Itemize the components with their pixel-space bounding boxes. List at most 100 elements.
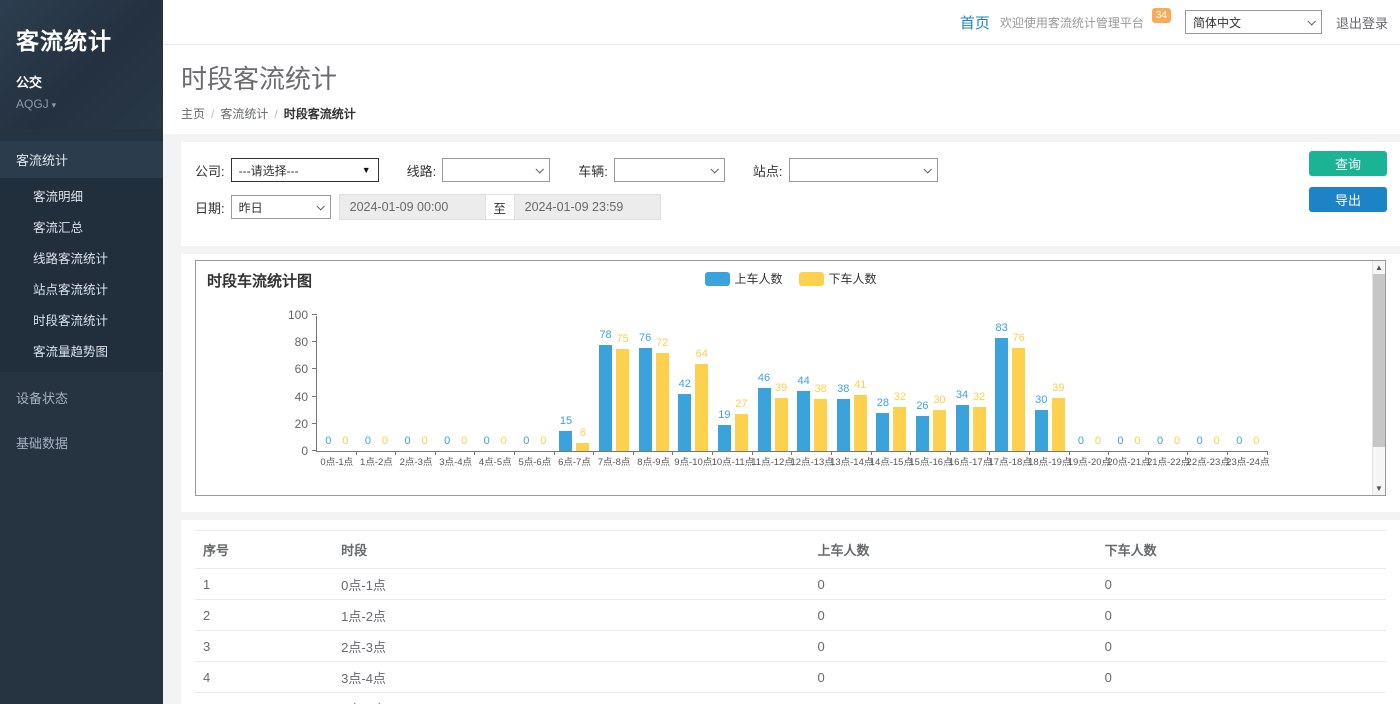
station-select[interactable] <box>789 158 938 182</box>
bar-slot: 0 <box>378 316 391 451</box>
company-select[interactable]: ---请选择--- ▼ <box>231 158 379 182</box>
bar-slot: 0 <box>339 316 352 451</box>
breadcrumb-passenger-stats[interactable]: 客流统计 <box>220 107 268 121</box>
y-axis-label: 20 <box>274 417 308 431</box>
x-axis-label: 5点-6点 <box>518 454 551 468</box>
table-cell: 4 <box>195 662 333 693</box>
scrollbar-thumb[interactable] <box>1373 274 1385 447</box>
breadcrumb: 主页/客流统计/时段客流统计 <box>181 105 1400 122</box>
chart-scrollbar[interactable]: ▲ ▼ <box>1372 261 1385 495</box>
sidebar-item-station-stats[interactable]: 站点客流统计 <box>0 273 163 304</box>
sidebar-item-line-stats[interactable]: 线路客流统计 <box>0 242 163 273</box>
sidebar-item-device-status[interactable]: 设备状态 <box>0 378 163 417</box>
bar-slot: 0 <box>441 316 454 451</box>
bar-slot: 38 <box>814 316 827 451</box>
logout-link[interactable]: 退出登录 <box>1336 13 1388 32</box>
bar <box>916 416 929 451</box>
legend-item-alighting[interactable]: 下车人数 <box>799 270 877 287</box>
bar-value-label: 15 <box>560 416 572 427</box>
date-to-input[interactable] <box>514 194 661 220</box>
chart-box: 时段车流统计图 上车人数 下车人数 020406080100000点-1点001… <box>195 260 1386 496</box>
x-axis-label: 4点-5点 <box>479 454 512 468</box>
date-preset-select[interactable]: 昨日 <box>231 195 331 219</box>
bar-slot: 0 <box>520 316 533 451</box>
date-from-input[interactable] <box>339 194 486 220</box>
x-axis-label: 8点-9点 <box>637 454 670 468</box>
query-button[interactable]: 查询 <box>1309 151 1387 176</box>
breadcrumb-home[interactable]: 主页 <box>181 107 205 121</box>
chart-panel: 时段车流统计图 上车人数 下车人数 020406080100000点-1点001… <box>181 254 1400 512</box>
scroll-down-icon[interactable]: ▼ <box>1373 482 1385 495</box>
y-axis-label: 40 <box>274 390 308 404</box>
bar-slot: 75 <box>616 316 629 451</box>
sidebar-item-base-data[interactable]: 基础数据 <box>0 423 163 462</box>
col-header-index: 序号 <box>195 531 333 569</box>
bar <box>814 399 827 451</box>
home-link[interactable]: 首页 <box>960 12 990 33</box>
bar-group: 0023点-24点 <box>1228 316 1268 451</box>
bar-value-label: 0 <box>1174 436 1180 447</box>
legend-swatch <box>704 272 729 286</box>
bar-value-label: 0 <box>342 436 348 447</box>
bar-value-label: 41 <box>854 380 866 391</box>
breadcrumb-separator: / <box>211 107 214 121</box>
bar-slot: 39 <box>1052 316 1065 451</box>
bar <box>973 407 986 451</box>
notification-badge[interactable]: 34 <box>1152 8 1171 23</box>
x-axis-tick <box>593 451 594 455</box>
chevron-down-icon <box>923 165 931 173</box>
sidebar-item-passenger-summary[interactable]: 客流汇总 <box>0 211 163 242</box>
x-axis-label: 21点-22点 <box>1147 454 1190 468</box>
bar-group: 1566点-7点 <box>555 316 595 451</box>
sidebar-item-passenger-detail[interactable]: 客流明细 <box>0 180 163 211</box>
bar-value-label: 44 <box>797 376 809 387</box>
scroll-up-icon[interactable]: ▲ <box>1373 261 1385 274</box>
legend-label: 下车人数 <box>829 270 877 287</box>
table-row: 32点-3点00 <box>195 631 1386 662</box>
vehicle-select[interactable] <box>614 158 725 182</box>
x-axis-label: 0点-1点 <box>320 454 353 468</box>
bar-value-label: 0 <box>1253 436 1259 447</box>
bar-value-label: 0 <box>1117 436 1123 447</box>
app-title: 客流统计 <box>16 22 147 56</box>
y-axis-tick <box>312 314 317 315</box>
bar-slot: 0 <box>537 316 550 451</box>
x-axis-label: 11点-12点 <box>751 454 794 468</box>
bar-group: 002点-3点 <box>396 316 436 451</box>
bar-slot: 78 <box>599 316 612 451</box>
table-cell: 2 <box>195 600 333 631</box>
line-select[interactable] <box>442 158 550 182</box>
legend-item-boarding[interactable]: 上车人数 <box>704 270 782 287</box>
sidebar-item-passenger-stats[interactable]: 客流统计 <box>0 141 163 178</box>
bar-slot: 32 <box>893 316 906 451</box>
bar <box>876 413 889 451</box>
table-header-row: 序号 时段 上车人数 下车人数 <box>195 531 1386 569</box>
bar-slot: 26 <box>916 316 929 451</box>
bar-value-label: 0 <box>325 436 331 447</box>
page-heading: 时段客流统计 主页/客流统计/时段客流统计 <box>163 45 1400 134</box>
sidebar-item-period-stats[interactable]: 时段客流统计 <box>0 304 163 335</box>
bar <box>695 364 708 451</box>
y-axis-label: 100 <box>274 308 308 322</box>
language-select[interactable]: 简体中文 <box>1185 10 1322 34</box>
bar-slot: 0 <box>1193 316 1206 451</box>
x-axis-tick <box>514 451 515 455</box>
col-header-boarding: 上车人数 <box>810 531 1097 569</box>
bar <box>775 398 788 451</box>
bar-value-label: 0 <box>1095 436 1101 447</box>
bar <box>797 391 810 451</box>
user-dropdown[interactable]: AQGJ▾ <box>16 97 147 111</box>
bar-slot: 0 <box>480 316 493 451</box>
bar-group: 263015点-16点 <box>911 316 951 451</box>
sidebar-nav: 客流统计 客流明细 客流汇总 线路客流统计 站点客流统计 时段客流统计 客流量趋… <box>0 141 163 462</box>
bar-slot: 0 <box>497 316 510 451</box>
content: 公司: ---请选择--- ▼ 线路: 车辆: 站点: <box>163 134 1400 704</box>
y-axis-label: 0 <box>274 444 308 458</box>
bar-value-label: 0 <box>404 436 410 447</box>
x-axis-label: 18点-19点 <box>1028 454 1071 468</box>
sidebar-item-trend-chart[interactable]: 客流量趋势图 <box>0 335 163 366</box>
bar-slot: 0 <box>1250 316 1263 451</box>
export-button[interactable]: 导出 <box>1309 187 1387 212</box>
bar-value-label: 42 <box>679 379 691 390</box>
bar <box>758 388 771 451</box>
